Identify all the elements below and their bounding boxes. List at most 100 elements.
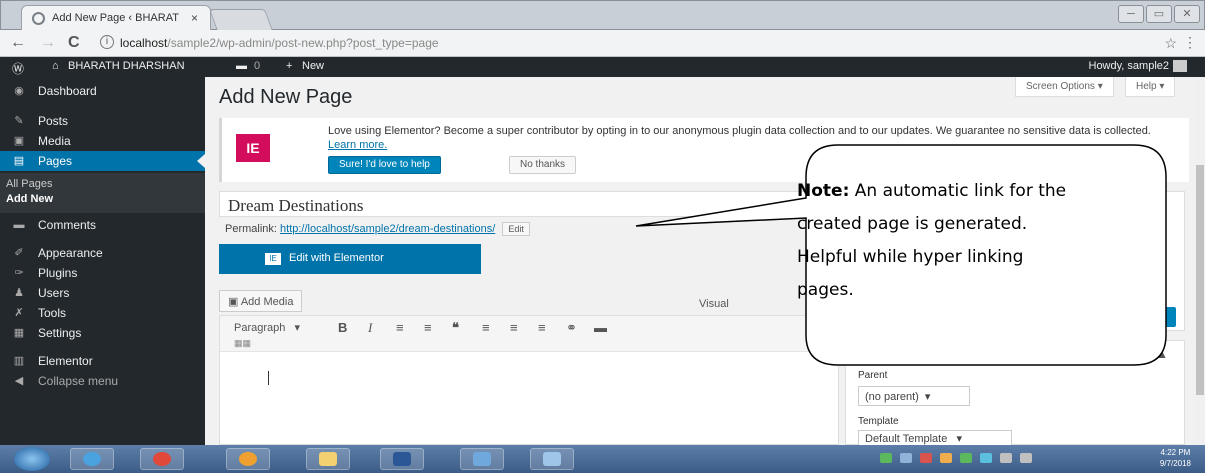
sidebar-item-comments[interactable]: ▬ Comments <box>0 215 205 235</box>
edit-with-elementor-button[interactable]: IE Edit with Elementor <box>219 244 481 274</box>
sidebar-collapse-menu[interactable]: ◀ Collapse menu <box>0 371 205 391</box>
back-arrow-icon[interactable]: ← <box>10 34 26 52</box>
italic-button[interactable]: I <box>368 320 372 336</box>
tray-app-icon[interactable] <box>920 453 932 463</box>
battery-icon[interactable] <box>1020 453 1032 463</box>
new-tab-button[interactable] <box>208 9 274 31</box>
post-title-input[interactable]: Dream Destinations <box>219 191 839 217</box>
parent-label: Parent <box>858 370 888 381</box>
word-taskbar-icon[interactable] <box>380 448 424 470</box>
format-select[interactable]: Paragraph ▾ <box>234 321 300 334</box>
toolbar-toggle-icon[interactable]: ▦▦ <box>234 338 251 349</box>
new-content-link[interactable]: New <box>302 60 324 72</box>
site-name-link[interactable]: BHARATH DHARSHAN <box>68 60 185 72</box>
tab-visual[interactable]: Visual <box>699 298 729 310</box>
help-button[interactable]: Help ▾ <box>1125 77 1176 97</box>
scrollbar-thumb[interactable] <box>1196 165 1204 395</box>
pin-icon: ✎ <box>14 115 24 127</box>
page-attributes-title: Page Attributes <box>858 349 939 361</box>
sidebar-item-label: Comments <box>38 218 97 232</box>
sidebar-item-settings[interactable]: ▦ Settings <box>0 323 205 343</box>
learn-more-link[interactable]: Learn more. <box>328 139 387 151</box>
media-icon: ▣ <box>13 135 25 147</box>
sidebar-item-dashboard[interactable]: ◉ Dashboard <box>0 81 205 101</box>
sidebar-item-elementor[interactable]: ▥ Elementor <box>0 351 205 371</box>
content-editor[interactable]: Paragraph ▾ B I ≡ ≡ ❝ ≡ ≡ ≡ ⚭ ▬ ▦▦ <box>219 315 840 445</box>
browser-menu-icon[interactable]: ⋮ <box>1183 34 1197 51</box>
wordpress-logo-icon[interactable]: Ⓦ <box>12 60 24 77</box>
tab-close-icon[interactable]: × <box>191 11 198 25</box>
permalink-row: Permalink: http://localhost/sample2/drea… <box>225 222 530 236</box>
howdy-user-menu[interactable]: Howdy, sample2 <box>1089 60 1187 73</box>
plus-icon: + <box>286 60 293 72</box>
admin-sidebar: ◉ Dashboard ✎ Posts ▣ Media ▤ Pages All Page… <box>0 77 205 445</box>
sidebar-item-posts[interactable]: ✎ Posts <box>0 111 205 131</box>
sidebar-item-label: Media <box>38 134 71 148</box>
volume-icon[interactable] <box>1000 453 1012 463</box>
bold-button[interactable]: B <box>338 320 347 335</box>
sidebar-item-label: Plugins <box>38 266 78 280</box>
minimize-icon[interactable]: ─ <box>1118 5 1144 23</box>
settings-icon: ▦ <box>13 327 25 339</box>
screen-options-button[interactable]: Screen Options ▾ <box>1015 77 1114 97</box>
elementor-icon: ▥ <box>13 355 25 367</box>
template-select[interactable]: Default Template ▾ <box>858 430 1012 446</box>
no-thanks-button[interactable]: No thanks <box>509 156 577 174</box>
text-cursor <box>268 371 269 385</box>
permalink-link[interactable]: http://localhost/sample2/dream-destinati… <box>280 223 495 235</box>
chrome-taskbar-icon[interactable] <box>140 448 184 470</box>
sidebar-item-appearance[interactable]: ✐ Appearance <box>0 243 205 263</box>
sidebar-item-users[interactable]: ♟ Users <box>0 283 205 303</box>
url-input[interactable]: i localhost/sample2/wp-admin/post-new.ph… <box>98 32 1178 54</box>
sidebar-item-pages[interactable]: ▤ Pages <box>0 151 205 171</box>
bullet-list-icon[interactable]: ≡ <box>396 320 404 335</box>
align-center-icon[interactable]: ≡ <box>510 320 518 335</box>
align-right-icon[interactable]: ≡ <box>538 320 546 335</box>
flag-icon[interactable] <box>900 453 912 463</box>
reload-icon[interactable]: C <box>68 34 80 52</box>
sidebar-item-plugins[interactable]: ✑ Plugins <box>0 263 205 283</box>
bookmark-star-icon[interactable]: ☆ <box>1164 35 1177 52</box>
page-scrollbar[interactable] <box>1195 77 1205 445</box>
notice-text: Love using Elementor? Become a super con… <box>328 124 1168 152</box>
publish-button[interactable] <box>1146 307 1176 327</box>
add-media-button[interactable]: ▣ Add Media <box>219 290 303 312</box>
sidebar-item-media[interactable]: ▣ Media <box>0 131 205 151</box>
site-info-icon[interactable]: i <box>100 35 114 49</box>
opt-in-button[interactable]: Sure! I'd love to help <box>328 156 441 174</box>
ie-taskbar-icon[interactable] <box>70 448 114 470</box>
submenu-add-new[interactable]: Add New <box>6 193 53 205</box>
submenu-all-pages[interactable]: All Pages <box>6 178 52 190</box>
forward-arrow-icon[interactable]: → <box>40 34 56 52</box>
snipping-taskbar-icon[interactable] <box>530 448 574 470</box>
close-window-icon[interactable]: ✕ <box>1174 5 1200 23</box>
blockquote-icon[interactable]: ❝ <box>452 320 459 336</box>
tray-app-icon[interactable] <box>960 453 972 463</box>
tray-app-icon[interactable] <box>940 453 952 463</box>
taskbar-clock[interactable]: 4:22 PM 9/7/2018 <box>1160 447 1191 469</box>
browser-tab[interactable]: Add New Page ‹ BHARAT × <box>21 5 211 31</box>
explorer-taskbar-icon[interactable] <box>306 448 350 470</box>
maximize-icon[interactable]: ▭ <box>1146 5 1172 23</box>
numbered-list-icon[interactable]: ≡ <box>424 320 432 335</box>
parent-select[interactable]: (no parent) ▾ <box>858 386 970 406</box>
link-icon[interactable]: ⚭ <box>566 320 577 336</box>
align-left-icon[interactable]: ≡ <box>482 320 490 335</box>
collapse-toggle-icon[interactable]: ▲ <box>1156 347 1168 361</box>
comments-bubble-icon[interactable]: ▬ <box>236 60 247 72</box>
network-icon[interactable] <box>880 453 892 463</box>
media-player-taskbar-icon[interactable] <box>226 448 270 470</box>
read-more-icon[interactable]: ▬ <box>594 320 607 335</box>
start-button[interactable] <box>14 447 50 471</box>
sidebar-item-label: Dashboard <box>38 84 97 98</box>
media-icon: ▣ <box>228 296 241 308</box>
tray-app-icon[interactable] <box>980 453 992 463</box>
comments-count: 0 <box>254 60 261 72</box>
sidebar-item-tools[interactable]: ✗ Tools <box>0 303 205 323</box>
permalink-edit-button[interactable]: Edit <box>502 222 530 236</box>
page-attributes-box: Page Attributes ▲ Parent (no parent) ▾ T… <box>845 340 1185 446</box>
dashboard-icon: ◉ <box>14 85 24 97</box>
paint-taskbar-icon[interactable] <box>460 448 504 470</box>
callout-lead: Note: <box>797 181 850 201</box>
sidebar-item-label: Appearance <box>38 246 103 260</box>
